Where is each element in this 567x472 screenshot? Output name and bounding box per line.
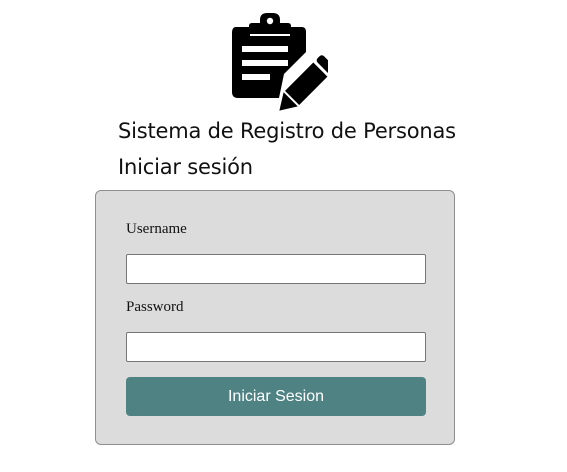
login-page: Sistema de Registro de Personas Iniciar … [0,0,567,472]
login-heading: Iniciar sesión [118,155,253,179]
password-input[interactable] [126,332,426,362]
login-form: Username Password Iniciar Sesion [95,190,455,445]
username-label: Username [126,221,187,237]
username-input[interactable] [126,254,426,284]
clipboard-pencil-icon [232,13,328,111]
login-button[interactable]: Iniciar Sesion [126,377,426,416]
app-title: Sistema de Registro de Personas [118,119,456,143]
password-label: Password [126,299,184,315]
